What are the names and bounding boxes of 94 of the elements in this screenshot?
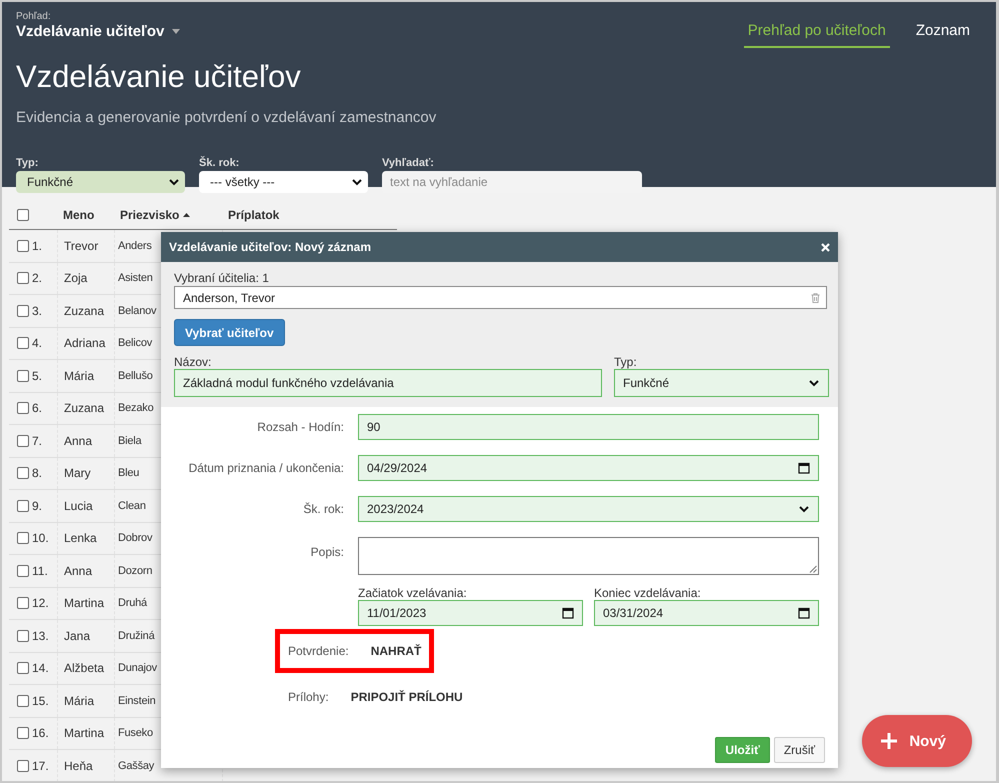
- table-cell: Trevor: [57, 230, 114, 262]
- row-number: 4.: [32, 336, 42, 350]
- row-number: 15.: [32, 694, 49, 708]
- row-number: 8.: [32, 466, 42, 480]
- input-field[interactable]: 90: [358, 414, 819, 440]
- input-field[interactable]: Základná modul funkčného vzdelávania: [174, 369, 602, 397]
- checkbox[interactable]: [17, 370, 29, 382]
- filter-label: Vyhľadať:: [382, 157, 435, 169]
- calendar-icon[interactable]: [798, 462, 810, 474]
- select-field[interactable]: 2023/2024: [358, 496, 819, 522]
- field-label: Šk. rok:: [302, 502, 344, 516]
- calendar-icon[interactable]: [562, 607, 574, 619]
- text-area[interactable]: [358, 537, 819, 575]
- table-cell: Mária: [57, 360, 114, 392]
- filter-label: Typ:: [16, 157, 40, 169]
- checkbox[interactable]: [17, 337, 29, 350]
- field-label: Typ:: [614, 355, 638, 369]
- table-cell: Martina: [57, 718, 114, 749]
- page-subtitle: Evidencia a generovanie potvrdení o vzdelávaní zamestnancov: [16, 109, 438, 126]
- caret-icon: [172, 29, 180, 34]
- checkbox[interactable]: [17, 304, 29, 317]
- table-cell: Mary: [57, 458, 114, 489]
- row-number: 5.: [32, 368, 42, 383]
- table-cell: Martina: [57, 588, 114, 619]
- checkbox[interactable]: [17, 208, 29, 220]
- checkbox[interactable]: [17, 500, 29, 512]
- table-cell: Anna: [57, 425, 114, 456]
- upload-link[interactable]: NAHRAŤ: [370, 644, 422, 658]
- field-label: Začiatok vzelávania:: [358, 586, 468, 600]
- table-cell: Lucia: [57, 490, 114, 522]
- checkbox[interactable]: [17, 630, 29, 642]
- column-header[interactable]: Meno: [63, 208, 94, 222]
- selected-teacher-field: Anderson, Trevor: [174, 286, 827, 309]
- table-cell: Alžbeta: [57, 652, 114, 684]
- checkbox[interactable]: [17, 402, 29, 414]
- date-field[interactable]: 04/29/2024: [358, 455, 819, 481]
- upload-link[interactable]: PRIPOJIŤ PRÍLOHU: [350, 690, 463, 704]
- date-field[interactable]: 03/31/2024: [594, 600, 819, 626]
- nav-tab[interactable]: Zoznam: [912, 22, 974, 48]
- row-number: 10.: [32, 531, 49, 546]
- checkbox[interactable]: [17, 564, 29, 577]
- row-number: 13.: [32, 628, 49, 643]
- row-number: 2.: [32, 271, 42, 286]
- table-cell: Zoja: [57, 262, 114, 294]
- checkbox[interactable]: [17, 694, 29, 707]
- row-number: 6.: [32, 401, 42, 416]
- row-number: 1.: [32, 238, 42, 253]
- table-cell: Jana: [57, 620, 114, 652]
- field-label: Popis:: [310, 544, 344, 559]
- row-number: 11.: [32, 564, 48, 578]
- checkbox[interactable]: [17, 434, 29, 447]
- type-select[interactable]: Funkčné: [614, 369, 829, 397]
- calendar-icon[interactable]: [798, 607, 810, 619]
- row-number: 7.: [32, 434, 42, 448]
- checkbox[interactable]: [17, 272, 29, 284]
- filter-label: Šk. rok:: [199, 157, 240, 169]
- filter-select[interactable]: --- všetky ---: [199, 171, 368, 193]
- table-cell: Zuzana: [57, 392, 114, 424]
- checkbox[interactable]: [17, 760, 29, 772]
- table-cell: Zuzana: [57, 295, 114, 326]
- field-label: Koniec vzdelávania:: [594, 586, 702, 600]
- row-number: 9.: [32, 498, 42, 513]
- row-number: 17.: [32, 758, 49, 773]
- row-number: 3.: [32, 304, 42, 318]
- field-label: Potvrdenie:: [288, 644, 349, 658]
- page-title: Vzdelávanie učiteľov: [16, 59, 302, 95]
- table-cell: Mária: [57, 685, 114, 716]
- checkbox[interactable]: [17, 662, 29, 674]
- date-field[interactable]: 11/01/2023: [358, 600, 583, 626]
- view-selector[interactable]: Vzdelávanie učiteľov: [16, 23, 180, 40]
- table-cell: Adriana: [57, 328, 114, 359]
- choose-teachers-button[interactable]: Vybrať učiteľov: [174, 319, 285, 346]
- table-cell: Lenka: [57, 522, 114, 554]
- table-cell: Anna: [57, 555, 114, 586]
- column-header[interactable]: Priezvisko: [120, 208, 180, 222]
- view-label: Pohľad:: [16, 11, 52, 22]
- checkbox[interactable]: [17, 597, 29, 610]
- field-label: Prílohy:: [288, 690, 329, 704]
- filter-select[interactable]: Funkčné: [16, 171, 185, 193]
- row-number: 12.: [32, 596, 49, 610]
- cancel-button[interactable]: Zrušiť: [774, 737, 825, 763]
- table-cell: Heňa: [57, 750, 114, 781]
- plus-icon: [881, 733, 898, 749]
- new-record-button[interactable]: Nový: [862, 715, 972, 767]
- checkbox[interactable]: [17, 467, 29, 480]
- checkbox[interactable]: [17, 240, 29, 252]
- column-header[interactable]: Príplatok: [228, 208, 280, 222]
- checkbox[interactable]: [17, 727, 29, 740]
- nav-tab[interactable]: Prehľad po učiteľoch: [744, 22, 890, 48]
- row-number: 14.: [32, 661, 49, 676]
- row-number: 16.: [32, 726, 49, 740]
- checkbox[interactable]: [17, 532, 29, 544]
- field-label: Rozsah - Hodín:: [256, 420, 344, 434]
- resize-handle-icon[interactable]: [809, 565, 817, 573]
